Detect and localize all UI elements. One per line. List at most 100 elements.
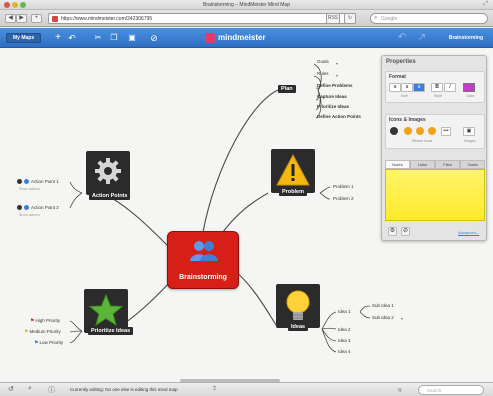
plan-item[interactable]: Define Problems (317, 83, 353, 88)
site-favicon-icon (52, 16, 58, 22)
style-caption: Style (434, 94, 442, 98)
share-icon[interactable]: ⇪ (212, 385, 217, 392)
images-caption: Images (464, 139, 476, 143)
brand-name: mindmeister (218, 33, 266, 42)
expand-icon[interactable]: ▾ (336, 61, 338, 66)
image-picker-button[interactable]: ▣ (463, 127, 475, 136)
lightbulb-icon (286, 290, 310, 320)
size-caption: Size (401, 94, 408, 98)
problem-node[interactable]: Problem (279, 188, 308, 196)
rss-button[interactable]: RSS (326, 13, 340, 24)
flag-icon: ⚑ (24, 329, 29, 335)
browser-toolbar: ◀ ▶ + https://www.mindmeister.com/242306… (0, 10, 493, 27)
idea-item[interactable]: Idea 1 (338, 309, 351, 314)
priority-item[interactable]: ⚑High Priority (30, 318, 60, 325)
priority-label: High Priority (35, 318, 60, 323)
browser-search-field[interactable]: ⌕ Google (370, 13, 488, 24)
ideas-node[interactable]: Ideas (288, 323, 309, 331)
recent-icon-button[interactable] (428, 127, 436, 135)
action-point-label: Action Point 1 (31, 179, 59, 184)
tab-tasks[interactable]: Tasks (460, 160, 485, 169)
font-size-large-button[interactable]: a (413, 83, 425, 92)
color-swatch[interactable] (463, 83, 475, 92)
italic-button[interactable]: I (444, 83, 456, 92)
delete-icon[interactable]: ⊘ (148, 31, 160, 45)
back-button[interactable]: ◀ (5, 14, 16, 23)
gear-icon (95, 158, 121, 184)
idea-item[interactable]: Idea 2 (338, 327, 351, 332)
central-node[interactable]: Brainstorming (167, 231, 239, 289)
font-size-small-button[interactable]: a (389, 83, 401, 92)
tab-notes[interactable]: Notes (385, 160, 410, 169)
share-icon[interactable]: ↗ (416, 31, 428, 45)
cut-icon[interactable]: ✂ (92, 31, 104, 45)
settings-icon[interactable]: ⚙ (388, 227, 397, 236)
people-icon (190, 241, 218, 261)
panel-title: Properties (386, 59, 416, 65)
action-point-item[interactable]: Action Point 2 (17, 204, 77, 212)
plan-item[interactable]: Goals (317, 59, 329, 64)
url-text: https://www.mindmeister.com/242306795 (61, 16, 153, 22)
action-points-node[interactable]: Action Points (89, 192, 131, 200)
problem-image[interactable] (271, 149, 315, 193)
tab-links[interactable]: Links (410, 160, 435, 169)
undo-icon[interactable]: ↶ (66, 31, 78, 45)
my-maps-button[interactable]: My Maps (6, 33, 42, 43)
mind-map-canvas[interactable]: Brainstorming Plan Goals ▾ Rules ▾ Defin… (0, 48, 493, 382)
recent-icons-caption: Recent Icons (412, 139, 433, 143)
properties-tabs: Notes Links Files Tasks (385, 160, 485, 169)
action-point-note: Show actions (19, 213, 40, 217)
sub-idea-item[interactable]: Sub Idea 1 (372, 303, 394, 308)
history-icon[interactable]: ↺ (8, 385, 14, 393)
map-search-field[interactable]: Search (418, 385, 484, 395)
paste-icon[interactable]: ▣ (126, 31, 138, 45)
more-icons-button[interactable]: ••• (441, 127, 451, 136)
problem-item[interactable]: Problem 1 (333, 184, 354, 189)
problem-item[interactable]: Problem 2 (333, 196, 354, 201)
address-bar[interactable]: https://www.mindmeister.com/242306795 (48, 13, 348, 24)
notes-textarea[interactable] (385, 169, 485, 221)
fullscreen-icon[interactable]: ⤢ (483, 1, 488, 8)
plan-node[interactable]: Plan (278, 85, 296, 93)
task-icon (17, 205, 22, 210)
zoom-control[interactable]: Q (398, 387, 402, 392)
action-points-image[interactable] (86, 151, 130, 195)
sub-idea-item[interactable]: Sub Idea 2 (372, 315, 394, 320)
delete-node-icon[interactable]: ⊘ (401, 227, 410, 236)
user-icon (24, 179, 29, 184)
idea-item[interactable]: Idea 3 (338, 338, 351, 343)
add-bookmark-button[interactable]: + (31, 14, 42, 23)
plan-item[interactable]: Capture Ideas (317, 94, 347, 99)
map-title-link[interactable]: Brainstorming (449, 35, 483, 41)
priority-item[interactable]: ⚑Low Priority (34, 340, 63, 347)
flag-icon: ⚑ (34, 340, 39, 346)
expand-icon[interactable]: ▾ (336, 73, 338, 78)
action-point-item[interactable]: Action Point 1 (17, 178, 77, 186)
copy-icon[interactable]: ❐ (108, 31, 120, 45)
tab-files[interactable]: Files (435, 160, 460, 169)
recent-icon-button[interactable] (404, 127, 412, 135)
font-size-medium-button[interactable]: a (401, 83, 413, 92)
no-icon-button[interactable] (390, 127, 398, 135)
advanced-link[interactable]: Advanced... (458, 230, 479, 235)
prioritize-node[interactable]: Prioritize Ideas (88, 327, 134, 335)
zoom-icon[interactable]: ⌕ (28, 385, 32, 393)
plan-item[interactable]: Prioritize Ideas (317, 104, 349, 109)
priority-item[interactable]: ⚑Medium Priority (24, 329, 61, 336)
add-node-icon[interactable]: + (52, 31, 64, 45)
recent-icon-button[interactable] (416, 127, 424, 135)
expand-icon[interactable]: ▾ (401, 316, 403, 321)
editing-status: Currently editing: No one else is editin… (70, 387, 178, 392)
bold-button[interactable]: B (431, 83, 443, 92)
idea-item[interactable]: Idea 4 (338, 349, 351, 354)
plan-item[interactable]: Rules (317, 71, 329, 76)
forward-button[interactable]: ▶ (16, 14, 27, 23)
color-caption: Color (466, 94, 475, 98)
ideas-image[interactable] (276, 284, 320, 328)
redo-icon[interactable]: ↶ (396, 31, 408, 45)
plan-item[interactable]: Define Action Points (317, 114, 361, 119)
reload-button[interactable]: ↻ (344, 13, 356, 24)
info-icon[interactable]: ⓘ (48, 385, 55, 395)
task-icon (17, 179, 22, 184)
priority-label: Low Priority (39, 340, 63, 345)
